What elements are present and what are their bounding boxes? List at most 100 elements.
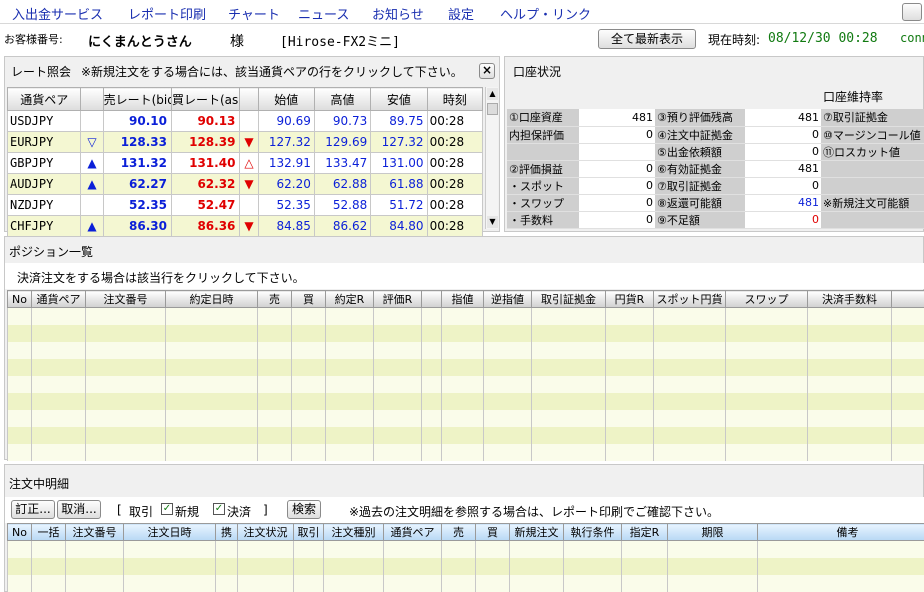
search-button[interactable]: 検索 xyxy=(287,500,321,519)
table-cell xyxy=(605,443,654,461)
order-col-header[interactable]: 執行条件 xyxy=(563,523,622,541)
rate-pair: CHFJPY xyxy=(6,215,82,237)
position-col-header[interactable]: 取引証拠金 xyxy=(531,290,606,308)
menu-news[interactable]: ニュース xyxy=(298,4,349,23)
menu-help[interactable]: ヘルプ・リンク xyxy=(500,4,591,23)
order-col-header[interactable]: 一括 xyxy=(31,523,66,541)
col-pair[interactable]: 通貨ペア xyxy=(6,87,82,111)
cancel-button[interactable]: 取消... xyxy=(57,500,101,519)
table-row[interactable] xyxy=(7,324,924,342)
table-cell xyxy=(373,358,422,376)
table-cell xyxy=(257,392,292,410)
order-col-header[interactable]: 期限 xyxy=(667,523,758,541)
rate-row-eurjpy[interactable]: EURJPY ▽ 128.33 128.39 ▼ 127.32 129.69 127.32 00… xyxy=(6,131,484,153)
table-cell xyxy=(509,540,564,558)
table-cell xyxy=(605,409,654,427)
table-row[interactable] xyxy=(7,443,924,461)
menu-notice[interactable]: お知らせ xyxy=(372,4,424,23)
position-col-header[interactable]: 指値 xyxy=(441,290,484,308)
scroll-thumb[interactable] xyxy=(487,103,498,115)
col-ask[interactable]: 買レート(ask) xyxy=(170,87,241,111)
order-col-header[interactable]: 注文種別 xyxy=(323,523,384,541)
ask-rate: 62.32 xyxy=(170,173,241,195)
table-row[interactable] xyxy=(7,574,924,592)
menu-deposit[interactable]: 入出金サービス xyxy=(12,4,103,23)
order-col-header[interactable]: 注文番号 xyxy=(65,523,124,541)
table-row[interactable] xyxy=(7,426,924,444)
col-low[interactable]: 安値 xyxy=(370,87,428,111)
order-col-header[interactable]: 携 xyxy=(215,523,238,541)
table-cell xyxy=(293,574,324,592)
table-row[interactable] xyxy=(7,392,924,410)
order-col-header[interactable]: 注文日時 xyxy=(123,523,216,541)
position-col-header[interactable]: 逆指値 xyxy=(483,290,532,308)
window-button[interactable] xyxy=(902,3,922,21)
table-row[interactable] xyxy=(7,409,924,427)
account-label: 内担保評価 xyxy=(507,126,579,144)
checkbox-settle[interactable]: ✓ xyxy=(213,503,225,515)
position-col-header[interactable]: No xyxy=(7,290,32,308)
table-row[interactable] xyxy=(7,307,924,325)
modify-button[interactable]: 訂正... xyxy=(11,500,55,519)
table-row[interactable] xyxy=(7,358,924,376)
position-col-header[interactable]: 売 xyxy=(257,290,292,308)
position-col-header[interactable] xyxy=(421,290,442,308)
col-high[interactable]: 高値 xyxy=(313,87,372,111)
table-row[interactable] xyxy=(7,375,924,393)
order-col-header[interactable]: 注文状況 xyxy=(237,523,294,541)
scroll-up-icon[interactable]: ▲ xyxy=(487,88,498,100)
menu-report[interactable]: レポート印刷 xyxy=(128,4,206,23)
table-cell xyxy=(293,540,324,558)
position-col-header[interactable]: 通貨ペア xyxy=(31,290,86,308)
position-col-header[interactable]: スワップ xyxy=(725,290,808,308)
position-col-header[interactable]: 円貨R xyxy=(605,290,654,308)
position-col-header[interactable]: 評価R xyxy=(373,290,422,308)
menu-chart[interactable]: チャート xyxy=(228,4,280,23)
table-cell xyxy=(891,358,924,376)
position-col-header[interactable]: 注文番号 xyxy=(85,290,166,308)
table-cell xyxy=(891,375,924,393)
table-row[interactable] xyxy=(7,341,924,359)
table-cell xyxy=(373,341,422,359)
rate-row-usdjpy[interactable]: USDJPY 90.10 90.13 90.69 90.73 89.75 00:28 xyxy=(6,110,484,132)
table-row[interactable] xyxy=(7,557,924,575)
col-bid[interactable]: 売レート(bid) xyxy=(102,87,173,111)
close-icon[interactable]: × xyxy=(479,63,495,79)
rate-row-gbpjpy[interactable]: GBPJPY ▲ 131.32 131.40 △ 132.91 133.47 131.00 00… xyxy=(6,152,484,174)
position-col-header[interactable]: 決 xyxy=(891,290,924,308)
order-col-header[interactable]: 備考 xyxy=(757,523,924,541)
rate-time: 00:28 xyxy=(426,110,484,132)
rate-scrollbar[interactable]: ▲ ▼ xyxy=(485,87,498,229)
order-col-header[interactable]: 売 xyxy=(441,523,476,541)
rate-row-audjpy[interactable]: AUDJPY ▲ 62.27 62.32 ▼ 62.20 62.88 61.88 00:28 xyxy=(6,173,484,195)
col-ask-arrow xyxy=(239,87,259,111)
position-col-header[interactable]: 買 xyxy=(291,290,326,308)
high-rate: 86.62 xyxy=(313,215,372,237)
account-value: 0 xyxy=(579,211,655,229)
rate-row-chfjpy[interactable]: CHFJPY ▲ 86.30 86.36 ▼ 84.85 86.62 84.80 00:28 xyxy=(6,215,484,237)
account-label: ⑨不足額 xyxy=(655,211,745,229)
rate-row-nzdjpy[interactable]: NZDJPY 52.35 52.47 52.35 52.88 51.72 00:28 xyxy=(6,194,484,216)
order-col-header[interactable]: 新規注文 xyxy=(509,523,564,541)
refresh-all-button[interactable]: 全て最新表示 xyxy=(598,29,696,49)
col-open[interactable]: 始値 xyxy=(257,87,315,111)
order-col-header[interactable]: No xyxy=(7,523,32,541)
position-col-header[interactable]: 約定R xyxy=(325,290,374,308)
position-col-header[interactable]: 約定日時 xyxy=(165,290,258,308)
table-cell xyxy=(31,426,86,444)
order-col-header[interactable]: 通貨ペア xyxy=(383,523,442,541)
position-col-header[interactable]: 決済手数料 xyxy=(807,290,892,308)
rate-pair: EURJPY xyxy=(6,131,82,153)
scroll-down-icon[interactable]: ▼ xyxy=(487,216,498,228)
col-time[interactable]: 時刻 xyxy=(426,87,484,111)
table-row[interactable] xyxy=(7,540,924,558)
menu-settings[interactable]: 設定 xyxy=(448,4,474,23)
checkbox-new[interactable]: ✓ xyxy=(161,503,173,515)
order-col-header[interactable]: 買 xyxy=(475,523,510,541)
table-cell xyxy=(7,324,32,342)
order-col-header[interactable]: 指定R xyxy=(621,523,668,541)
account-label: ・スポット xyxy=(507,177,579,195)
table-cell xyxy=(257,324,292,342)
position-col-header[interactable]: スポット円貨 xyxy=(653,290,726,308)
order-col-header[interactable]: 取引 xyxy=(293,523,324,541)
